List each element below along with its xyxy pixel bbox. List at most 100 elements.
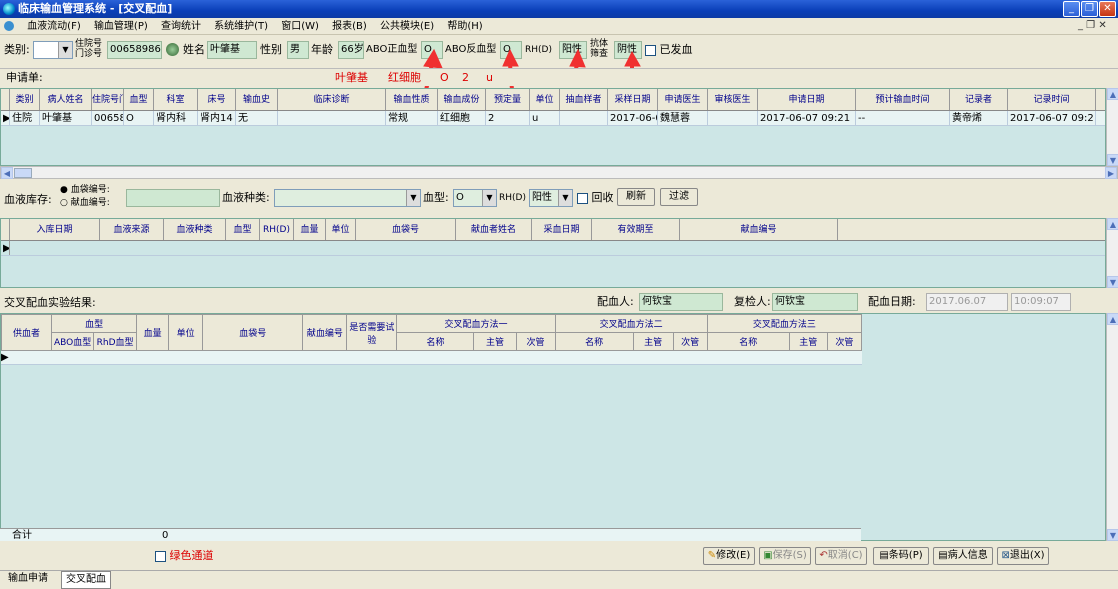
stock-col-header: 单位 [326,219,356,240]
radio-donor-wrap[interactable]: ○ 献血编号: [60,199,110,208]
table-cell[interactable]: 肾内14 [198,111,236,125]
bag-number-input[interactable] [126,189,220,207]
grid-corner [1,89,10,110]
col-donor: 供血者 [1,314,53,351]
stock-vscroll[interactable]: ▲ ▼ [1106,218,1118,288]
request-grid: 类别病人姓名住院号门诊号血型科室床号输血史临床诊断输血性质输血成份预定量单位抽血… [0,88,1106,166]
request-bar: 申请单: 叶肇基 红细胞 O 2 u [0,68,1118,86]
cancel-button[interactable]: ↶取消(C) [815,547,867,565]
scroll-up-icon[interactable]: ▲ [1107,88,1118,100]
recycle-wrap[interactable]: 回收 [577,189,614,207]
type-select[interactable]: O ▼ [453,189,497,207]
request-col-header: 输血史 [236,89,278,110]
kind-select[interactable]: ▼ [274,189,421,207]
scroll-down-icon[interactable]: ▼ [1107,529,1118,541]
table-cell[interactable]: u [530,111,560,125]
patient-info-button[interactable]: ▤病人信息 [933,547,993,565]
row-indicator-icon: ▶ [3,111,10,125]
table-cell[interactable]: 2 [486,111,530,125]
filter-button[interactable]: 过滤 [660,188,698,206]
stock-col-header: 献血者姓名 [456,219,532,240]
request-summary-qty: 2 [462,71,469,84]
col-method1: 交叉配血方法一 [396,314,556,333]
scroll-thumb[interactable] [14,168,32,178]
stock-col-header: 入库日期 [10,219,100,240]
date-field[interactable]: 2017.06.07 [926,293,1008,311]
table-cell[interactable]: 2017-06-07 09:2 [1008,111,1096,125]
table-cell[interactable]: 红细胞 [438,111,486,125]
checker-field[interactable]: 何钦宝 [772,293,858,311]
request-vscroll[interactable]: ▲ ▼ [1106,88,1118,166]
request-col-header: 申请医生 [658,89,708,110]
table-row[interactable]: ▶ [1,351,862,365]
col-rhd: RhD血型 [93,332,138,351]
result-title: 交叉配血实验结果: [4,296,96,309]
refresh-button[interactable]: 刷新 [617,188,655,206]
col-m2-name: 名称 [554,332,634,351]
table-row[interactable]: ▶住院叶肇基006589O肾内科肾内14无 常规红细胞2u 2017-06-0魏慧蓉… [1,111,1105,126]
table-cell[interactable]: 叶肇基 [40,111,92,125]
table-cell[interactable]: 006589 [92,111,124,125]
stock-label: 血液库存: [4,193,52,206]
stock-col-header: 血液来源 [100,219,164,240]
request-summary-name: 叶肇基 [335,71,368,84]
radio-bag-wrap[interactable]: ● 血袋编号: [60,186,110,195]
request-summary-unit: u [486,71,493,84]
stock-rh-select[interactable]: 阳性 ▼ [529,189,573,207]
scroll-down-icon[interactable]: ▼ [1107,276,1118,288]
stock-col-header: 有效期至 [592,219,680,240]
table-cell[interactable]: 魏慧蓉 [658,111,708,125]
col-m2-minor: 次管 [672,332,708,351]
green-channel-checkbox[interactable] [155,550,166,562]
scroll-left-icon[interactable]: ◀ [1,167,13,179]
request-col-header: 采样日期 [608,89,658,110]
stock-grid-header: 入库日期 血液来源 血液种类 血型 RH(D) 血量 单位 血袋号 献血者姓名 采血日期 有效期至献… [1,219,1105,241]
col-m1-major: 主管 [473,332,517,351]
result-grid-header: 供血者 血型 血量 单位 血袋号 献血编号 是否需要试验 交叉配血方法一 交叉配… [1,314,863,351]
tab-transfusion-request[interactable]: 输血申请 [4,571,52,587]
table-cell[interactable]: O [124,111,154,125]
table-cell[interactable]: 常规 [386,111,438,125]
kind-label: 血液种类: [222,191,270,204]
result-vscroll[interactable]: ▲ ▼ [1106,313,1118,541]
edit-button[interactable]: ✎修改(E) [703,547,755,565]
table-cell[interactable]: -- [856,111,950,125]
tab-crossmatch[interactable]: 交叉配血 [61,571,111,589]
scroll-down-icon[interactable]: ▼ [1107,154,1118,166]
exit-icon: ⊠ [1001,550,1010,561]
total-row: 合计 0 [0,528,861,541]
table-cell[interactable] [708,111,758,125]
request-col-header: 预定量 [486,89,530,110]
table-cell[interactable]: 黄帝烯 [950,111,1008,125]
table-cell[interactable]: 2017-06-07 09:21 [758,111,856,125]
exit-button[interactable]: ⊠退出(X) [997,547,1049,565]
table-cell[interactable]: 无 [236,111,278,125]
edit-icon: ✎ [707,550,717,561]
scroll-right-icon[interactable]: ▶ [1105,167,1117,179]
stock-col-header: 血型 [226,219,260,240]
recycle-checkbox[interactable] [577,192,588,204]
request-col-header: 单位 [530,89,560,110]
matcher-field[interactable]: 何钦宝 [639,293,723,311]
request-col-header: 床号 [198,89,236,110]
table-row[interactable]: ▶ [1,241,1105,256]
request-col-header: 病人姓名 [40,89,92,110]
date-label: 配血日期: [868,295,916,308]
matcher-label: 配血人: [597,295,634,308]
barcode-button[interactable]: ▤条码(P) [873,547,929,565]
scroll-up-icon[interactable]: ▲ [1107,313,1118,325]
scroll-up-icon[interactable]: ▲ [1107,218,1118,230]
radio-donor-label: 献血编号: [70,198,110,208]
time-field[interactable]: 10:09:07 [1011,293,1071,311]
request-hscroll[interactable]: ◀ ▶ [0,166,1118,179]
table-cell[interactable]: 肾内科 [154,111,198,125]
col-method3: 交叉配血方法三 [706,314,863,333]
table-cell[interactable] [278,111,386,125]
table-cell[interactable]: 2017-06-0 [608,111,658,125]
save-button[interactable]: ▣保存(S) [759,547,811,565]
col-m3-minor: 次管 [826,332,863,351]
stock-grid: 入库日期 血液来源 血液种类 血型 RH(D) 血量 单位 血袋号 献血者姓名 采血日期 有效期至献… [0,218,1106,288]
table-cell[interactable]: 住院 [10,111,40,125]
table-cell[interactable] [560,111,608,125]
green-channel-wrap[interactable]: 绿色通道 [155,547,214,565]
